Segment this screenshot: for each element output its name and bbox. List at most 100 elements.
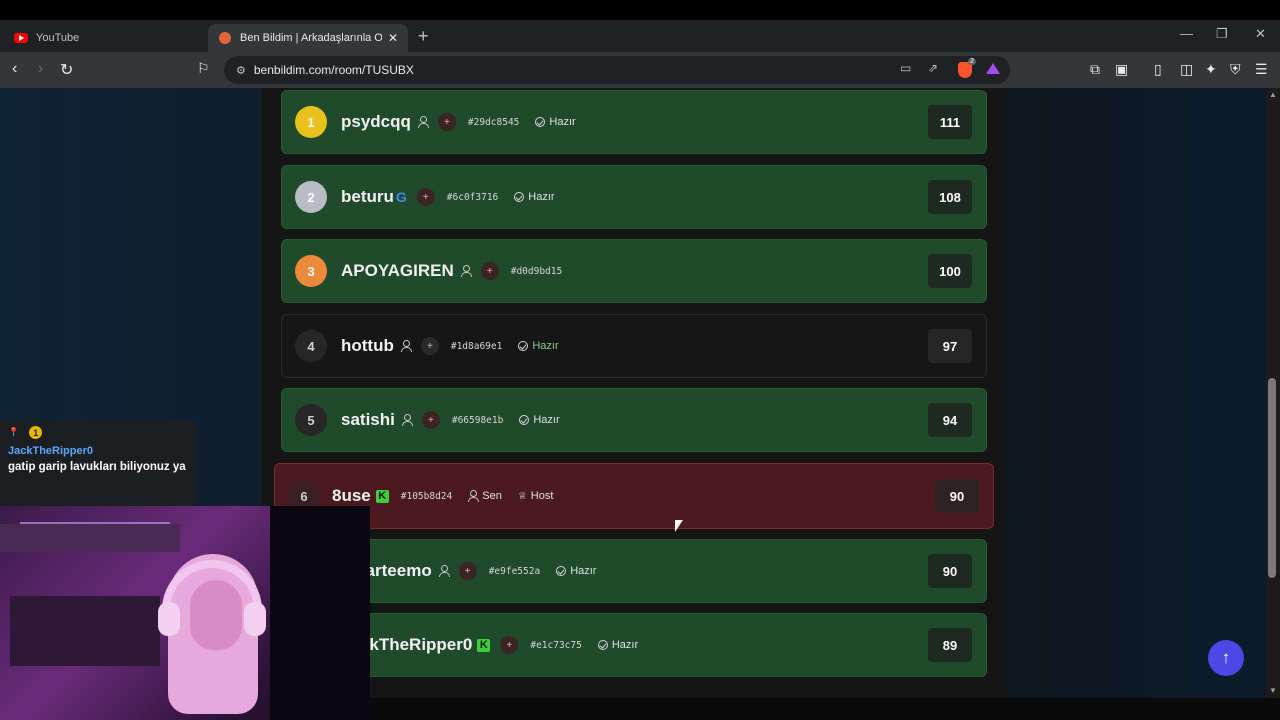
- leaderboard: 1 psydcqq + #29dc8545 Hazır 111 2 beturu…: [262, 88, 1006, 698]
- restore-icon[interactable]: ❐: [1216, 26, 1228, 42]
- streamer: [158, 554, 268, 720]
- user-icon: [400, 340, 412, 352]
- user-icon: [468, 490, 480, 502]
- check-circle-icon: [535, 117, 546, 127]
- check-circle-icon: [514, 192, 525, 202]
- wallet-icon[interactable]: ◫: [1180, 61, 1193, 78]
- tab-strip: YouTube Ben Bildim | Arkadaşlarınla Onli…: [0, 20, 1280, 52]
- ready-status: Hazır: [518, 340, 559, 352]
- webcam-shadow: [270, 506, 370, 720]
- reader-icon[interactable]: ▣: [1115, 61, 1128, 78]
- check-circle-icon: [519, 415, 530, 425]
- vpn-icon[interactable]: ⛨: [1230, 61, 1241, 78]
- ready-status: Hazır: [514, 191, 555, 203]
- chat-username: JackTheRipper0: [8, 445, 93, 457]
- add-friend-icon[interactable]: +: [416, 188, 435, 206]
- scroll-to-top-button[interactable]: ↑: [1208, 640, 1244, 676]
- youtube-favicon-icon: [14, 31, 28, 45]
- player-row: 4 hottub + #1d8a69e1 Hazır 97: [281, 314, 987, 378]
- player-name: beturu: [341, 187, 394, 206]
- badge-coin-icon: 1: [29, 426, 43, 439]
- cast-icon[interactable]: ▭: [900, 61, 911, 75]
- rank-badge: 1: [295, 106, 327, 138]
- back-icon[interactable]: ‹: [12, 60, 17, 78]
- player-hash: #66598e1b: [451, 414, 504, 426]
- address-bar[interactable]: ⚙ benbildim.com/room/TUSUBX: [224, 56, 1010, 84]
- menu-icon[interactable]: ☰: [1255, 61, 1268, 78]
- player-row: 1 psydcqq + #29dc8545 Hazır 111: [281, 90, 987, 154]
- add-friend-icon[interactable]: +: [420, 337, 439, 355]
- benbildim-favicon-icon: [218, 31, 232, 45]
- player-hash: #1d8a69e1: [450, 340, 503, 352]
- site-info-icon[interactable]: ⚙: [236, 64, 246, 77]
- stream-chat-overlay: 📍 1 JackTheRipper0 gatip garip lavukları…: [0, 420, 196, 508]
- url-text: benbildim.com/room/TUSUBX: [253, 63, 414, 77]
- bookmark-icon[interactable]: ⚐: [197, 60, 210, 77]
- close-window-icon[interactable]: ✕: [1255, 26, 1266, 42]
- minimize-icon[interactable]: —: [1180, 26, 1193, 41]
- chat-message: gatip garip lavukları biliyonuz ya: [8, 461, 186, 473]
- score-badge: 111: [928, 105, 972, 139]
- check-circle-icon: [597, 640, 608, 650]
- tab-youtube[interactable]: YouTube: [4, 24, 204, 52]
- leo-ai-icon[interactable]: ✦: [1205, 61, 1217, 78]
- scroll-down-icon[interactable]: ▼: [1266, 686, 1280, 695]
- add-friend-icon[interactable]: +: [421, 411, 440, 429]
- scroll-up-icon[interactable]: ▲: [1266, 90, 1280, 99]
- crown-icon: ♕: [517, 490, 527, 502]
- player-hash: #105b8d24: [400, 490, 453, 502]
- player-hash: #29dc8545: [467, 116, 520, 128]
- player-row: 8 JackTheRipper0 K + #e1c73c75 Hazır 89: [281, 613, 987, 677]
- tab-benbildim[interactable]: Ben Bildim | Arkadaşlarınla Online ✕: [208, 24, 408, 52]
- new-tab-icon[interactable]: +: [418, 26, 429, 47]
- player-row: 7 solarteemo + #e9fe552a Hazır 90: [281, 539, 987, 603]
- player-row: 5 satishi + #66598e1b Hazır 94: [281, 388, 987, 452]
- player-hash: #e9fe552a: [488, 565, 541, 577]
- tab-title: Ben Bildim | Arkadaşlarınla Online: [240, 32, 382, 44]
- player-hash: #d0d9bd15: [510, 265, 563, 277]
- score-badge: 100: [928, 254, 972, 288]
- add-friend-icon[interactable]: +: [458, 562, 477, 580]
- top-black-bar: [0, 0, 1280, 20]
- pin-icon: 📍: [8, 427, 20, 437]
- user-icon: [460, 265, 472, 277]
- player-name: hottub: [341, 336, 394, 355]
- tab-title: YouTube: [36, 32, 80, 44]
- player-name: APOYAGIREN: [341, 261, 454, 280]
- background-shelf: [0, 524, 180, 552]
- score-badge: 90: [935, 479, 979, 513]
- player-name: satishi: [341, 410, 395, 429]
- player-name: 8use: [332, 486, 371, 505]
- sidebar-icon[interactable]: ▯: [1154, 61, 1162, 78]
- player-hash: #e1c73c75: [530, 639, 582, 651]
- close-tab-icon[interactable]: ✕: [388, 31, 398, 45]
- mouse-cursor-icon: [675, 520, 683, 532]
- rank-badge: 2: [295, 181, 327, 213]
- score-badge: 97: [928, 329, 972, 363]
- score-badge: 89: [928, 628, 972, 662]
- ready-status: Hazır: [535, 116, 576, 128]
- share-icon[interactable]: ⇗: [928, 61, 938, 75]
- ready-status: Hazır: [556, 565, 596, 577]
- add-friend-icon[interactable]: +: [480, 262, 499, 280]
- shields-count-badge: 2: [968, 58, 976, 65]
- add-friend-icon[interactable]: +: [500, 636, 519, 654]
- score-badge: 108: [928, 180, 972, 214]
- chat-badges: 📍 1: [8, 426, 188, 439]
- you-label: Sen: [468, 490, 502, 502]
- forward-icon[interactable]: ›: [38, 60, 43, 78]
- ready-status: Hazır: [519, 414, 560, 426]
- brave-rewards-icon[interactable]: [986, 63, 1000, 74]
- extensions-icon[interactable]: ⧉: [1090, 61, 1100, 78]
- kick-icon: K: [477, 638, 491, 652]
- scrollbar-thumb[interactable]: [1268, 378, 1276, 578]
- background-shelf: [10, 596, 160, 666]
- add-friend-icon[interactable]: +: [437, 113, 456, 131]
- ready-status: Hazır: [597, 639, 638, 651]
- player-name: psydcqq: [341, 112, 411, 131]
- player-row: 3 APOYAGIREN + #d0d9bd15 100: [281, 239, 987, 303]
- user-icon: [438, 565, 450, 577]
- user-icon: [417, 116, 429, 128]
- reload-icon[interactable]: ↻: [60, 60, 73, 80]
- player-row: 2 beturu G + #6c0f3716 Hazır 108: [281, 165, 987, 229]
